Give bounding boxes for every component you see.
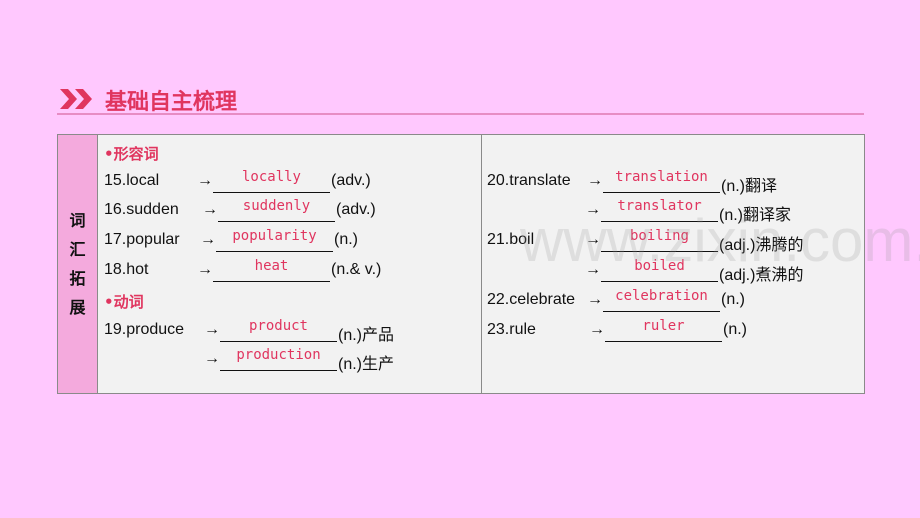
word-label: 17.popular: [104, 231, 180, 248]
side-char: 拓: [69, 269, 86, 288]
word-label: 18.hot: [104, 261, 149, 278]
answer-blank: boiling: [601, 228, 718, 252]
vocab-row: 17.popular → popularity (n.): [104, 228, 504, 255]
word-suffix: (n.& v.): [331, 261, 382, 278]
vocab-row: → translator (n.)翻译家: [487, 198, 887, 225]
arrow-icon: →: [585, 231, 601, 248]
answer-text: production: [236, 347, 321, 363]
word-label: 16.sudden: [104, 201, 179, 218]
word-label: 21.boil: [487, 231, 535, 248]
answer-text: boiling: [629, 228, 689, 244]
answer-blank: celebration: [603, 288, 720, 312]
word-suffix: (n.)翻译: [721, 178, 778, 195]
word-suffix: (n.)翻译家: [719, 207, 792, 224]
word-label: 15.local: [104, 172, 160, 189]
word-suffix: (adv.): [331, 172, 371, 189]
answer-text: popularity: [232, 228, 317, 244]
word-suffix: (adj.)沸腾的: [719, 237, 804, 254]
vocab-row: 15.local → locally (adv.): [104, 169, 504, 196]
arrow-icon: →: [587, 172, 603, 189]
vocab-row: 23.rule → ruler (n.): [487, 318, 887, 345]
answer-text: product: [248, 318, 308, 334]
arrow-icon: →: [585, 201, 601, 218]
title-divider: [57, 113, 864, 115]
answer-text: translation: [615, 169, 708, 185]
answer-blank: popularity: [216, 228, 333, 252]
word-label: 20.translate: [487, 172, 571, 189]
answer-blank: boiled: [601, 258, 718, 282]
word-suffix: (n.): [721, 291, 745, 308]
vocab-row: 18.hot → heat (n.& v.): [104, 258, 504, 285]
side-char: 汇: [69, 240, 86, 259]
answer-text: locally: [241, 169, 301, 185]
vocab-row: 21.boil → boiling (adj.)沸腾的: [487, 228, 887, 255]
answer-blank: production: [220, 347, 337, 371]
answer-text: celebration: [615, 288, 708, 304]
page-title: 基础自主梳理: [105, 90, 238, 115]
word-suffix: (n.): [723, 321, 747, 338]
word-suffix: (n.)产品: [338, 327, 395, 344]
side-label: 词 汇 拓 展: [58, 135, 98, 393]
word-suffix: (n.)生产: [338, 356, 395, 373]
answer-text: suddenly: [242, 198, 311, 214]
section-heading: •形容词: [104, 143, 159, 167]
vocab-row: 22.celebrate → celebration (n.): [487, 288, 887, 315]
heading-adjective: •形容词: [104, 145, 159, 163]
vocab-row: 20.translate → translation (n.)翻译: [487, 169, 887, 196]
section-heading: •动词: [104, 291, 144, 315]
arrow-icon: →: [202, 201, 218, 218]
vocabulary-table: 词 汇 拓 展 •形容词 15.local → locally (adv.) 16.…: [57, 134, 865, 394]
arrow-icon: →: [200, 231, 216, 248]
word-label: 23.rule: [487, 321, 536, 338]
word-suffix: (adj.)煮沸的: [719, 267, 804, 284]
vocab-row: → production (n.)生产: [104, 347, 504, 374]
arrow-icon: →: [585, 261, 601, 278]
answer-blank: translation: [603, 169, 720, 193]
arrow-icon: →: [204, 350, 220, 367]
answer-text: heat: [254, 258, 289, 274]
answer-text: translator: [617, 198, 702, 214]
answer-text: boiled: [634, 258, 685, 274]
vocab-row: 19.produce → product (n.)产品: [104, 318, 504, 345]
word-suffix: (n.): [334, 231, 358, 248]
arrow-icon: →: [204, 321, 220, 338]
answer-blank: suddenly: [218, 198, 335, 222]
answer-text: ruler: [642, 318, 685, 334]
word-suffix: (adv.): [336, 201, 376, 218]
answer-blank: heat: [213, 258, 330, 282]
word-label: 22.celebrate: [487, 291, 576, 308]
side-char: 词: [69, 211, 86, 230]
arrow-icon: →: [587, 291, 603, 308]
answer-blank: product: [220, 318, 337, 342]
vocab-row: 16.sudden → suddenly (adv.): [104, 198, 504, 225]
answer-blank: locally: [213, 169, 330, 193]
arrow-icon: →: [197, 172, 213, 189]
arrow-icon: →: [589, 321, 605, 338]
answer-blank: ruler: [605, 318, 722, 342]
vocab-row: → boiled (adj.)煮沸的: [487, 258, 887, 285]
word-label: 19.produce: [104, 321, 185, 338]
heading-verb: •动词: [104, 293, 144, 311]
side-char: 展: [69, 298, 86, 317]
double-chevron-right-icon: [60, 89, 92, 109]
answer-blank: translator: [601, 198, 718, 222]
arrow-icon: →: [197, 261, 213, 278]
